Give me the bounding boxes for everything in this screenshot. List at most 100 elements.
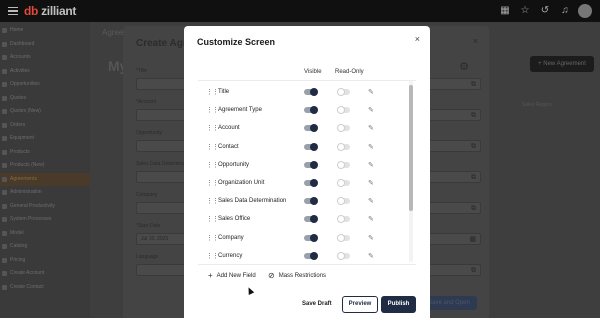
- calendar-icon: ▦: [469, 236, 476, 243]
- sidebar-item[interactable]: Quotes (New): [0, 105, 90, 118]
- read-only-toggle[interactable]: [337, 215, 350, 224]
- read-only-toggle[interactable]: [337, 197, 350, 206]
- sidebar-item[interactable]: Equipment: [0, 132, 90, 145]
- visible-toggle[interactable]: [304, 106, 318, 115]
- app-logo: db zilliant: [24, 4, 77, 18]
- history-icon[interactable]: ↺: [538, 4, 552, 18]
- scrollbar-thumb[interactable]: [409, 85, 413, 211]
- lookup-icon: ⧉: [471, 267, 476, 274]
- field-row-label: Sales Office: [218, 216, 251, 223]
- sidebar-item[interactable]: Model: [0, 227, 90, 240]
- sidebar: Home Dashboard Accounts Activities Opportuni…: [0, 22, 90, 318]
- pencil-icon[interactable]: ✎: [368, 106, 374, 114]
- visible-toggle[interactable]: [304, 251, 318, 260]
- read-only-toggle[interactable]: [337, 251, 350, 260]
- sidebar-item[interactable]: Create Contact: [0, 281, 90, 294]
- field-row: ⋮⋮ Organization Unit ✎: [198, 175, 398, 193]
- sidebar-item[interactable]: Dashboard: [0, 38, 90, 51]
- visible-toggle[interactable]: [304, 197, 318, 206]
- lookup-icon: ⧉: [471, 112, 476, 119]
- mass-restrictions-button[interactable]: ⊘ Mass Restrictions: [268, 271, 326, 280]
- field-row: ⋮⋮ Contact ✎: [198, 139, 398, 157]
- sidebar-item[interactable]: Create Account: [0, 267, 90, 280]
- close-icon[interactable]: ×: [473, 36, 478, 46]
- field-row-label: Organization Unit: [218, 180, 265, 186]
- mass-restrictions-label: Mass Restrictions: [278, 272, 327, 279]
- field-row-label: Currency: [218, 252, 243, 259]
- sidebar-item[interactable]: Catalog: [0, 240, 90, 253]
- field-row-label: Account: [218, 125, 240, 132]
- field-row-label: Sales Data Determination: [218, 198, 287, 205]
- pencil-icon[interactable]: ✎: [368, 252, 374, 260]
- sidebar-item[interactable]: Opportunities: [0, 78, 90, 91]
- gear-icon[interactable]: ⚙: [459, 60, 469, 73]
- sidebar-item[interactable]: Accounts: [0, 51, 90, 64]
- drag-handle-icon[interactable]: ⋮⋮: [206, 124, 219, 132]
- read-only-toggle[interactable]: [337, 88, 350, 96]
- lookup-icon: ⧉: [471, 143, 476, 150]
- drag-handle-icon[interactable]: ⋮⋮: [206, 234, 219, 242]
- drag-handle-icon[interactable]: ⋮⋮: [206, 106, 219, 114]
- pencil-icon[interactable]: ✎: [368, 161, 374, 169]
- field-row: ⋮⋮ Sales Data Determination ✎: [198, 193, 398, 211]
- pencil-icon[interactable]: ✎: [368, 215, 374, 223]
- save-draft-button[interactable]: Save Draft: [302, 301, 332, 307]
- drag-handle-icon[interactable]: ⋮⋮: [206, 197, 219, 205]
- add-new-field-button[interactable]: + Add New Field: [208, 271, 256, 280]
- pencil-icon[interactable]: ✎: [368, 124, 374, 132]
- drag-handle-icon[interactable]: ⋮⋮: [206, 88, 219, 96]
- read-only-toggle[interactable]: [337, 160, 350, 169]
- field-label: *Account: [136, 99, 157, 105]
- field-row: ⋮⋮ Account ✎: [198, 120, 398, 138]
- read-only-toggle[interactable]: [337, 106, 350, 115]
- field-value: Jul 10, 2025: [141, 236, 169, 242]
- new-agreement-button[interactable]: + New Agreement: [530, 56, 594, 72]
- lookup-icon: ⧉: [471, 81, 476, 88]
- menu-icon[interactable]: [8, 7, 18, 15]
- visible-toggle[interactable]: [304, 88, 318, 96]
- close-icon[interactable]: ×: [415, 34, 420, 44]
- user-avatar[interactable]: [578, 4, 592, 18]
- drag-handle-icon[interactable]: ⋮⋮: [206, 215, 219, 223]
- read-only-toggle[interactable]: [337, 142, 350, 151]
- pencil-icon[interactable]: ✎: [368, 179, 374, 187]
- pencil-icon[interactable]: ✎: [368, 234, 374, 242]
- drag-handle-icon[interactable]: ⋮⋮: [206, 252, 219, 260]
- sidebar-item[interactable]: Administration: [0, 186, 90, 199]
- field-row: ⋮⋮ Sales Office ✎: [198, 211, 398, 229]
- sidebar-item[interactable]: Pricing: [0, 254, 90, 267]
- field-row-label: Company: [218, 234, 244, 241]
- visible-toggle[interactable]: [304, 160, 318, 169]
- visible-toggle[interactable]: [304, 179, 318, 187]
- sidebar-item[interactable]: Quotes: [0, 92, 90, 105]
- field-label: Company: [136, 192, 158, 198]
- publish-button[interactable]: Publish: [381, 296, 416, 313]
- bell-icon[interactable]: ♫: [558, 4, 572, 18]
- sidebar-item[interactable]: Products: [0, 146, 90, 159]
- drag-handle-icon[interactable]: ⋮⋮: [206, 161, 219, 169]
- pencil-icon[interactable]: ✎: [368, 197, 374, 205]
- read-only-toggle[interactable]: [337, 179, 350, 187]
- visible-toggle[interactable]: [304, 233, 318, 242]
- column-header-sales-region: Sales Region: [522, 102, 552, 108]
- star-icon[interactable]: ☆: [518, 4, 532, 18]
- sidebar-item[interactable]: Products (New): [0, 159, 90, 172]
- sidebar-item[interactable]: Activities: [0, 65, 90, 78]
- grid-icon[interactable]: ▦: [498, 4, 512, 18]
- visible-toggle[interactable]: [304, 215, 318, 224]
- sidebar-item[interactable]: Orders: [0, 119, 90, 132]
- visible-toggle[interactable]: [304, 142, 318, 151]
- pencil-icon[interactable]: ✎: [368, 88, 374, 96]
- sidebar-item[interactable]: Home: [0, 24, 90, 37]
- preview-button[interactable]: Preview: [342, 296, 378, 313]
- drag-handle-icon[interactable]: ⋮⋮: [206, 143, 219, 151]
- sidebar-item[interactable]: Agreements: [0, 172, 90, 186]
- read-only-toggle[interactable]: [337, 124, 350, 133]
- read-only-toggle[interactable]: [337, 233, 350, 242]
- sidebar-item[interactable]: General Productivity: [0, 200, 90, 213]
- top-bar: db zilliant ▦ ☆ ↺ ♫: [0, 0, 600, 22]
- drag-handle-icon[interactable]: ⋮⋮: [206, 179, 219, 187]
- pencil-icon[interactable]: ✎: [368, 143, 374, 151]
- visible-toggle[interactable]: [304, 124, 318, 133]
- sidebar-item[interactable]: System Processes: [0, 213, 90, 226]
